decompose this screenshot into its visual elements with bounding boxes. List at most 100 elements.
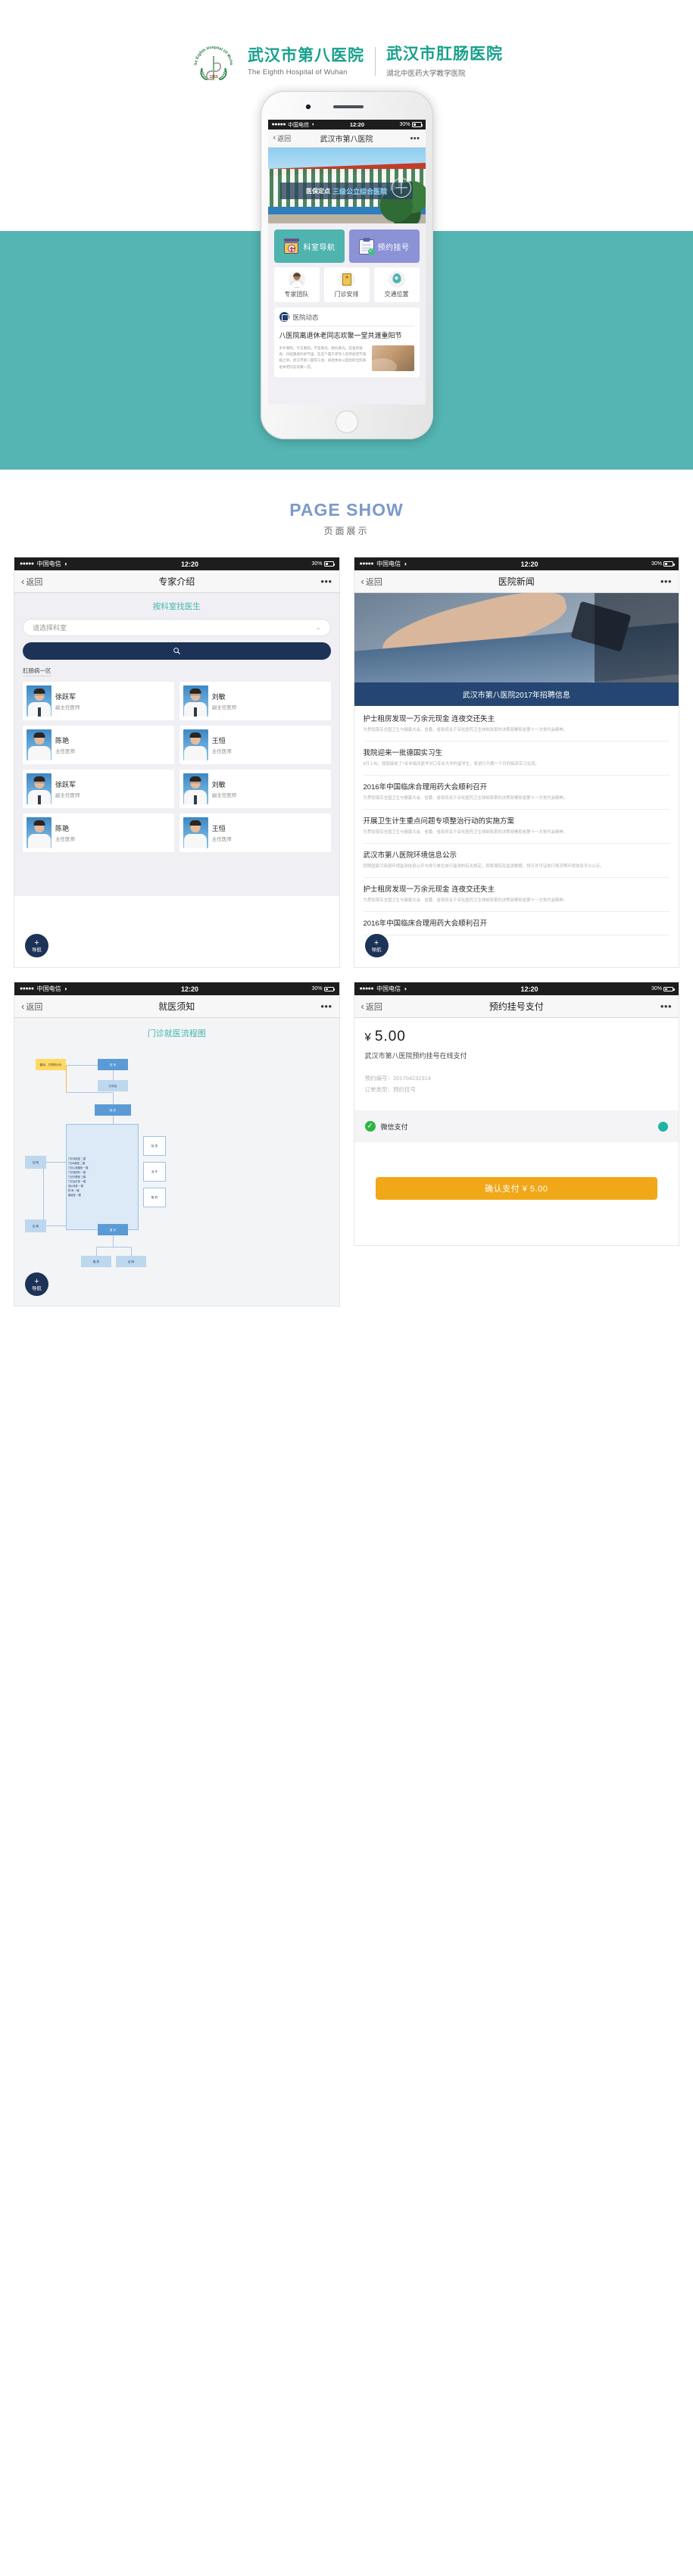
navigation-fab[interactable]: + 导航 [25,934,48,958]
doctor-card[interactable]: 刘敏 副主任医师 [179,682,331,720]
more-menu-icon[interactable]: ••• [629,576,672,587]
battery-icon [663,561,675,567]
carrier-label: 中国电信 [288,122,310,128]
back-label: 返回 [26,1002,43,1012]
carrier-label: 中国电信 [36,985,61,993]
doctor-name: 王恒 [211,825,226,832]
wifi-icon: ◗ [64,560,68,567]
news-banner[interactable]: 武汉市第八医院2017年招聘信息 [354,682,679,706]
hero-section: ●●●●● 中国电信 ◗ 12:20 30% ‹ 返回 武汉市第八医院 ••• [0,91,693,470]
fab-label: 导航 [371,947,382,953]
news-list-item[interactable]: 开展卫生计生重点问题专项整治行动的实施方案 为贯彻落实全国卫生与健康大会、省委、… [363,810,670,845]
payment-method-radio[interactable] [658,1121,668,1132]
news-item-title: 护士租房发现一万余元现金 连夜交还失主 [363,885,495,895]
news-list-item[interactable]: 护士租房发现一万余元现金 连夜交还失主 为贯彻落实全国卫生与健康大会、省委、省政… [363,878,670,913]
flow-node: 取 药 [81,1256,111,1268]
flow-detail-line: 划价收费 一楼 [68,1185,84,1188]
clock-label: 12:20 [520,985,538,993]
doctor-name: 刘敏 [211,781,226,788]
page-show-title-cn: 页面展示 [323,526,370,536]
hospital-news-card[interactable]: 医院动态 八医院离退休老同志欢聚一堂共渡重阳节 岁岁重阳，今又重阳。不是春光，胜… [273,308,420,377]
news-list-item[interactable]: 武汉市第八医院环境信息公示 按照国家污染源环境监测信息公开与排污单位自行监测的有… [363,844,670,879]
battery-indicator: 30% [651,561,675,567]
back-button[interactable]: ‹ 返回 [361,576,404,588]
phone-home-button[interactable] [335,411,358,433]
doctor-photo [27,773,52,804]
payment-method-row[interactable]: 微信支付 [354,1110,679,1143]
doctor-card[interactable]: 王恒 主任医师 [179,726,331,764]
doctor-card[interactable]: 陈艳 主任医师 [23,813,174,852]
brand-logo-wrap: The Eighth Hospital Of Wuhan 1953 武汉市第八医… [190,38,503,85]
battery-indicator: 30% [311,986,336,992]
flow-detail-line: 门诊内镜室 三楼 [68,1176,86,1179]
tile-clinic-schedule[interactable]: ✚ 门诊安排 [323,267,370,302]
confirm-payment-button[interactable]: 确认支付 ¥ 5.00 [375,1177,657,1201]
news-list-item[interactable]: 护士租房发现一万余元现金 连夜交还失主 为贯彻落实全国卫生与健康大会、省委、省政… [363,707,670,742]
schedule-book-icon: ✚ [338,271,355,288]
back-button[interactable]: ‹ 返回 [21,576,64,588]
screen-guide: ●●●●● 中国电信 ◗ 12:20 30% ‹ 返回 就医须知 ••• 门诊就… [14,982,340,1307]
chevron-left-icon: ‹ [21,576,25,587]
news-item-desc: 为贯彻落实全国卫生与健康大会、省委、省政府关于深化医药卫生体制改革的决策部署和省… [363,830,568,835]
more-menu-icon[interactable]: ••• [386,134,420,143]
doctor-card[interactable]: 徐跃军 副主任医师 [23,682,174,720]
flowchart-title: 门诊就医流程图 [147,1029,206,1039]
currency-symbol: ¥ [364,1031,372,1044]
flow-detail-line: 门诊心电图室 一楼 [68,1166,89,1170]
doctor-name: 陈艳 [55,737,70,745]
screen-news: ●●●●● 中国电信 ◗ 12:20 30% ‹ 返回 医院新闻 ••• 武汉市… [353,557,679,969]
department-select[interactable]: 请选择科室 ⌄ [23,619,331,636]
more-menu-icon[interactable]: ••• [290,576,332,587]
battery-icon [323,986,336,992]
news-list-item[interactable]: 2016年中国临床合理用药大会顺利召开 为贯彻落实全国卫生与健康大会、省委、省政… [363,776,670,810]
news-section-label: 医院动态 [292,313,319,321]
news-item-title: 我院迎来一批德国实习生 [363,749,443,758]
tile-location[interactable]: 交通位置 [373,267,420,302]
navigation-fab[interactable]: + 导航 [364,934,389,958]
tile-expert-team[interactable]: 专家团队 [273,267,320,302]
back-button[interactable]: ‹ 返回 [361,1001,404,1013]
phone-speaker-icon [332,105,364,108]
page-title: 就医须知 [158,1001,195,1013]
signal-dots-icon: ●●●●● [359,986,374,992]
news-list-item[interactable]: 我院迎来一批德国实习生 8月上旬，我院接收了7名非临床医学对口专业大学的留学生，… [363,742,670,776]
doctor-card[interactable]: 陈艳 主任医师 [23,726,174,764]
battery-indicator: 30% [651,986,675,991]
experts-body: 按科室找医生 请选择科室 ⌄ 肛肠病一区 徐跃军副主任医师 刘敏副主任医师 [14,593,339,896]
doctor-photo [183,773,208,804]
search-button[interactable] [23,642,331,660]
doctor-card[interactable]: 王恒 主任医师 [179,813,331,852]
doctor-title: 副主任医师 [211,705,237,710]
chevron-left-icon: ‹ [273,133,276,142]
news-photo-thumb [371,345,414,371]
doctor-name: 陈艳 [55,825,70,832]
more-menu-icon[interactable]: ••• [629,1001,672,1012]
tile-label: 专家团队 [284,291,309,298]
back-button[interactable]: ‹ 返回 [273,133,308,143]
wifi-icon: ◗ [311,122,315,127]
signal-dots-icon: ●●●●● [271,122,286,127]
battery-indicator: 30% [399,122,423,127]
flow-node: 取 药 [143,1188,166,1208]
doctor-card[interactable]: 徐跃军 副主任医师 [23,770,174,808]
page-title: 预约挂号支付 [489,1001,544,1013]
doctor-title: 副主任医师 [55,705,80,710]
plus-icon: + [373,938,379,948]
department-sign-icon [283,239,300,254]
brand-secondary: 武汉市肛肠医院 湖北中医药大学教学医院 [386,45,503,77]
back-button[interactable]: ‹ 返回 [21,1001,64,1013]
doctor-name: 徐跃军 [55,693,76,701]
clock-label: 12:20 [180,560,198,568]
tile-appointment[interactable]: ✓ 预约挂号 [348,229,420,263]
more-menu-icon[interactable]: ••• [290,1001,332,1012]
page-title: 武汉市第八医院 [320,136,373,144]
flow-node: 治 疗 [143,1162,166,1182]
back-label: 返回 [365,577,382,587]
tile-department-navigation[interactable]: 科室导航 [273,229,345,263]
fab-label: 导航 [32,947,42,953]
news-list-item[interactable]: 2016年中国临床合理用药大会顺利召开 [363,912,670,936]
battery-percent-label: 30% [311,561,323,567]
doctor-card[interactable]: 刘敏 副主任医师 [179,770,331,808]
clock-label: 12:20 [520,560,538,568]
flow-node: 出 院 [25,1219,46,1233]
